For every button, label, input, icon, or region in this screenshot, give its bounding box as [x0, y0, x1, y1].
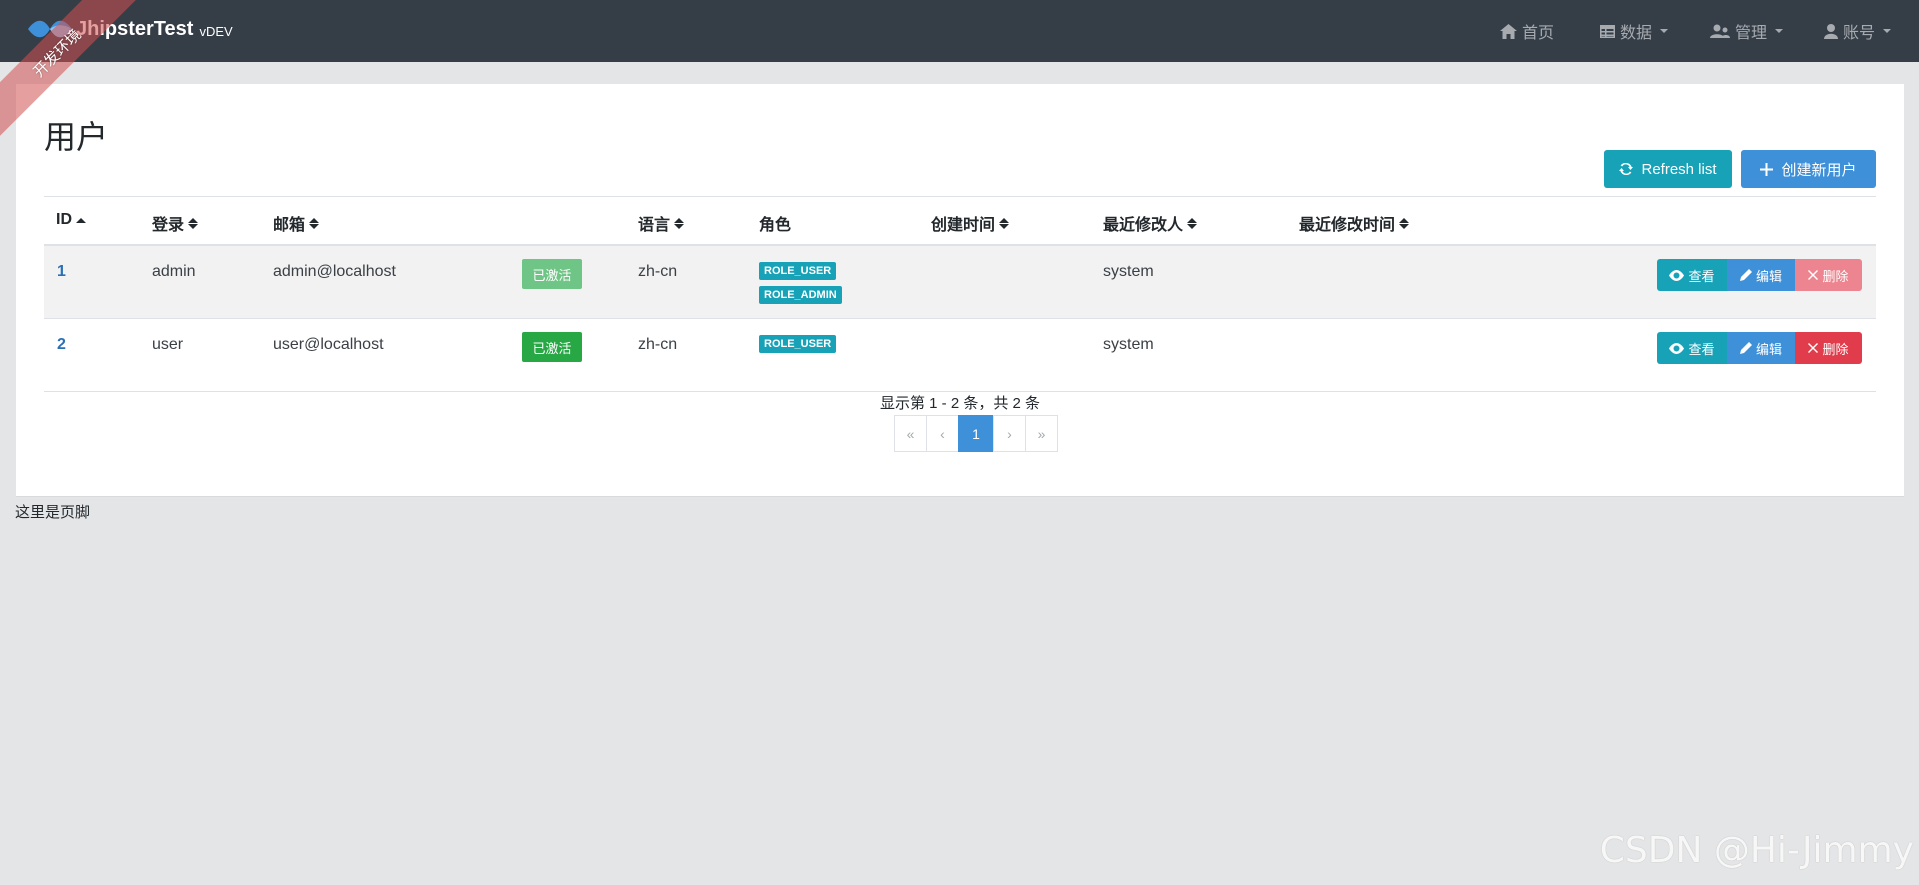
eye-icon — [1669, 269, 1685, 281]
sort-asc-icon — [76, 217, 86, 223]
column-header-id-label: ID — [56, 211, 72, 228]
table-header: ID 登录 邮箱 语言 角色 创建时间 最近修改人 最近修改时间 — [44, 196, 1876, 246]
sort-icon — [999, 217, 1010, 229]
delete-label: 删除 — [1822, 341, 1849, 357]
view-button[interactable]: 查看 — [1657, 332, 1727, 364]
create-user-button[interactable]: 创建新用户 — [1741, 150, 1876, 188]
nav-account-label: 账号 — [1843, 25, 1876, 42]
nav-data-dropdown[interactable]: 数据 — [1600, 19, 1669, 43]
close-icon — [1808, 343, 1819, 353]
view-button[interactable]: 查看 — [1657, 259, 1727, 291]
user-id-link[interactable]: 2 — [57, 336, 66, 354]
user-modified-by: system — [1103, 263, 1154, 280]
sync-icon — [1619, 162, 1634, 176]
sort-icon — [1187, 217, 1198, 229]
refresh-list-button[interactable]: Refresh list — [1604, 150, 1732, 188]
column-header-created[interactable]: 创建时间 — [931, 211, 1010, 235]
sort-icon — [1399, 217, 1410, 229]
column-header-language-label: 语言 — [638, 217, 671, 234]
page-footer: 这里是页脚 — [15, 504, 91, 521]
status-badge-activated[interactable]: 已激活 — [522, 259, 582, 289]
main-card: 用户 Refresh list 创建新用户 ID 登录 邮箱 语言 角色 创建时… — [16, 84, 1904, 497]
role-badge: ROLE_ADMIN — [759, 286, 842, 304]
column-header-roles: 角色 — [759, 211, 791, 235]
table-row: 1 admin admin@localhost 已激活 zh-cn ROLE_U… — [44, 246, 1876, 319]
user-login: admin — [152, 263, 196, 280]
view-label: 查看 — [1688, 268, 1715, 284]
view-label: 查看 — [1688, 341, 1715, 357]
chevron-down-icon — [1883, 29, 1892, 33]
pagination-last[interactable]: » — [1025, 415, 1058, 452]
page-title: 用户 — [44, 119, 109, 155]
watermark: CSDN @Hi-Jimmy — [1599, 830, 1914, 871]
brand-version: vDEV — [199, 23, 233, 39]
nav-home[interactable]: 首页 — [1500, 19, 1554, 43]
column-header-modified-date[interactable]: 最近修改时间 — [1299, 211, 1410, 235]
edit-label: 编辑 — [1755, 341, 1782, 357]
user-email: admin@localhost — [273, 263, 396, 280]
column-header-login[interactable]: 登录 — [152, 211, 199, 235]
user-id-link[interactable]: 1 — [57, 263, 66, 281]
column-header-modified-by[interactable]: 最近修改人 — [1103, 211, 1198, 235]
user-login: user — [152, 336, 184, 353]
top-navbar: JhipsterTest vDEV 首页 数据 管理 账号 — [0, 0, 1919, 62]
status-badge-activated[interactable]: 已激活 — [522, 332, 582, 362]
pencil-icon — [1739, 269, 1752, 281]
column-header-id[interactable]: ID — [56, 211, 86, 229]
role-badge: ROLE_USER — [759, 262, 837, 280]
nav-admin-label: 管理 — [1735, 25, 1768, 42]
sort-icon — [674, 217, 685, 229]
sort-icon — [309, 217, 320, 229]
delete-button[interactable]: 删除 — [1795, 332, 1862, 364]
user-language: zh-cn — [638, 336, 678, 353]
pagination-first[interactable]: « — [894, 415, 927, 452]
nav-account-dropdown[interactable]: 账号 — [1824, 19, 1892, 43]
pagination-summary: 显示第 1 - 2 条，共 2 条 — [879, 395, 1041, 412]
plus-icon — [1760, 162, 1774, 176]
create-user-label: 创建新用户 — [1781, 161, 1857, 179]
user-icon — [1824, 23, 1838, 39]
user-email: user@localhost — [273, 336, 384, 353]
column-header-modified-date-label: 最近修改时间 — [1299, 217, 1396, 234]
edit-button[interactable]: 编辑 — [1727, 332, 1795, 364]
home-icon — [1500, 23, 1517, 39]
users-cog-icon — [1710, 24, 1730, 38]
close-icon — [1808, 270, 1819, 280]
column-header-modified-by-label: 最近修改人 — [1103, 217, 1184, 234]
pagination-prev[interactable]: ‹ — [926, 415, 959, 452]
pencil-icon — [1739, 342, 1752, 354]
role-badge: ROLE_USER — [759, 335, 837, 353]
column-header-roles-label: 角色 — [759, 217, 792, 234]
column-header-email-label: 邮箱 — [273, 217, 306, 234]
column-header-login-label: 登录 — [152, 217, 185, 234]
eye-icon — [1669, 342, 1685, 354]
user-language: zh-cn — [638, 263, 678, 280]
column-header-language[interactable]: 语言 — [638, 211, 685, 235]
sort-icon — [188, 217, 199, 229]
user-modified-by: system — [1103, 336, 1154, 353]
delete-button-disabled[interactable]: 删除 — [1795, 259, 1862, 291]
refresh-list-label: Refresh list — [1641, 160, 1717, 178]
edit-label: 编辑 — [1755, 268, 1782, 284]
nav-admin-dropdown[interactable]: 管理 — [1710, 19, 1784, 43]
pagination-next[interactable]: › — [993, 415, 1026, 452]
delete-label: 删除 — [1822, 268, 1849, 284]
nav-home-label: 首页 — [1522, 25, 1555, 42]
chevron-down-icon — [1660, 29, 1669, 33]
pagination: « ‹ 1 › » — [894, 415, 1058, 452]
pagination-page-current[interactable]: 1 — [958, 415, 994, 452]
nav-data-label: 数据 — [1620, 25, 1653, 42]
edit-button[interactable]: 编辑 — [1727, 259, 1795, 291]
column-header-email[interactable]: 邮箱 — [273, 211, 320, 235]
users-table: ID 登录 邮箱 语言 角色 创建时间 最近修改人 最近修改时间 1 admin… — [44, 196, 1876, 392]
table-row: 2 user user@localhost 已激活 zh-cn ROLE_USE… — [44, 319, 1876, 392]
chevron-down-icon — [1775, 29, 1784, 33]
column-header-created-label: 创建时间 — [931, 217, 996, 234]
table-icon — [1600, 24, 1615, 38]
